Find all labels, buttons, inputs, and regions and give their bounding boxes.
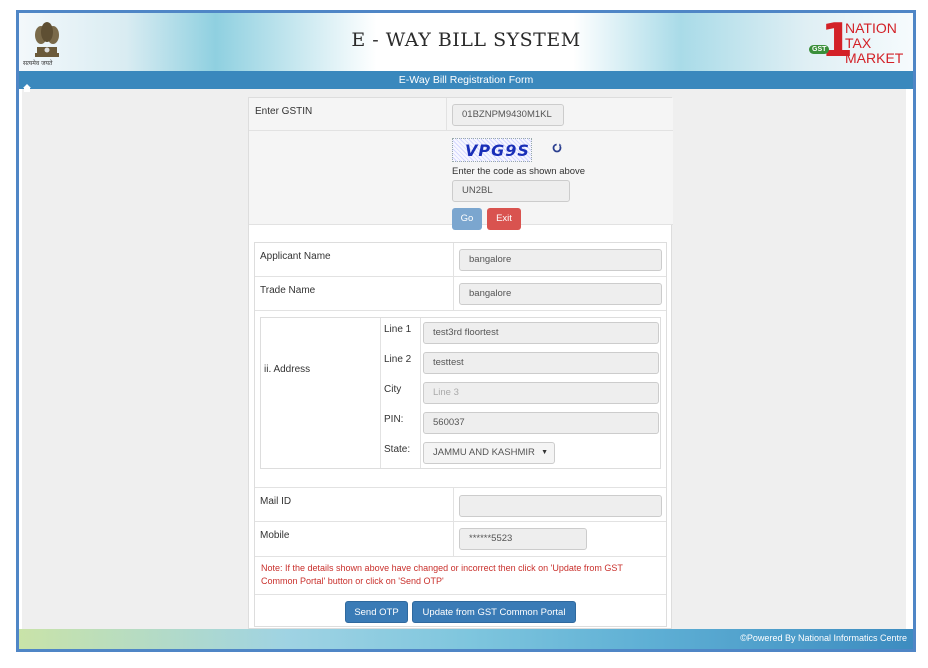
logo-line-1: NATION bbox=[845, 20, 897, 36]
registration-form-panel: Enter GSTIN 01BZNPM9430M1KL VPG9S Enter … bbox=[248, 97, 673, 629]
logo-line-3: MARKET bbox=[845, 50, 904, 66]
footer-credit: ©Powered By National Informatics Centre bbox=[740, 633, 907, 643]
gstin-row: Enter GSTIN 01BZNPM9430M1KL bbox=[249, 98, 673, 131]
logo-gst-badge: GST bbox=[809, 45, 830, 54]
city-input[interactable]: Line 3 bbox=[423, 382, 659, 404]
nation-tax-market-logo[interactable]: 1 GST NATION TAX MARKET bbox=[809, 17, 905, 65]
note-row: Note: If the details shown above have ch… bbox=[255, 557, 666, 595]
column-divider bbox=[453, 243, 454, 311]
captcha-input[interactable]: UN2BL bbox=[452, 180, 570, 202]
mail-label: Mail ID bbox=[260, 496, 292, 507]
line2-label: Line 2 bbox=[384, 354, 412, 365]
mail-row: Mail ID bbox=[255, 487, 666, 522]
trade-name-label: Trade Name bbox=[260, 285, 316, 296]
app-frame: सत्यमेव जयते E - WAY BILL SYSTEM 1 GST N… bbox=[16, 10, 916, 652]
details-panel: Applicant Name bangalore Trade Name bang… bbox=[254, 242, 667, 627]
applicant-name-input[interactable]: bangalore bbox=[459, 249, 662, 271]
mobile-input[interactable]: ******5523 bbox=[459, 528, 587, 550]
captcha-hint: Enter the code as shown above bbox=[452, 166, 586, 177]
pin-label: PIN: bbox=[384, 414, 404, 425]
city-label: City bbox=[384, 384, 402, 395]
exit-button[interactable]: Exit bbox=[487, 208, 521, 230]
gstin-label: Enter GSTIN bbox=[255, 106, 313, 117]
update-note: Note: If the details shown above have ch… bbox=[261, 563, 623, 586]
mobile-label: Mobile bbox=[260, 530, 290, 541]
address-line1-input[interactable]: test3rd floortest bbox=[423, 322, 659, 344]
applicant-name-row: Applicant Name bangalore bbox=[255, 243, 666, 277]
pin-input[interactable]: 560037 bbox=[423, 412, 659, 434]
trade-name-row: Trade Name bangalore bbox=[255, 277, 666, 311]
site-header: सत्यमेव जयते E - WAY BILL SYSTEM 1 GST N… bbox=[19, 13, 913, 71]
address-line2-input[interactable]: testtest bbox=[423, 352, 659, 374]
emblem-caption: सत्यमेव जयते bbox=[23, 60, 53, 67]
captcha-image: VPG9S bbox=[452, 138, 532, 162]
state-select-value: JAMMU AND KASHMIR bbox=[433, 447, 535, 458]
site-footer: ©Powered By National Informatics Centre bbox=[19, 629, 913, 649]
gstin-input[interactable]: 01BZNPM9430M1KL bbox=[452, 104, 564, 126]
mail-input[interactable] bbox=[459, 495, 662, 517]
column-divider bbox=[380, 318, 381, 468]
applicant-name-label: Applicant Name bbox=[260, 251, 331, 262]
update-from-gst-portal-button[interactable]: Update from GST Common Portal bbox=[412, 601, 576, 623]
state-select[interactable]: JAMMU AND KASHMIR ▼ bbox=[423, 442, 555, 464]
home-icon[interactable] bbox=[22, 83, 32, 93]
line1-label: Line 1 bbox=[384, 324, 412, 335]
logo-line-2: TAX bbox=[845, 35, 872, 51]
column-divider bbox=[420, 318, 421, 468]
column-divider bbox=[453, 487, 454, 557]
mobile-row: Mobile ******5523 bbox=[255, 522, 666, 557]
chevron-down-icon: ▼ bbox=[541, 449, 548, 456]
trade-name-input[interactable]: bangalore bbox=[459, 283, 662, 305]
form-title-bar: E-Way Bill Registration Form bbox=[19, 71, 913, 89]
send-otp-button[interactable]: Send OTP bbox=[345, 601, 408, 623]
address-label: ii. Address bbox=[264, 364, 311, 375]
site-title: E - WAY BILL SYSTEM bbox=[351, 29, 581, 51]
refresh-captcha-icon[interactable] bbox=[551, 142, 563, 154]
go-button[interactable]: Go bbox=[452, 208, 482, 230]
state-label: State: bbox=[384, 444, 411, 455]
address-block: ii. Address Line 1 test3rd floortest Lin… bbox=[260, 317, 661, 469]
captcha-text: VPG9S bbox=[465, 141, 530, 160]
